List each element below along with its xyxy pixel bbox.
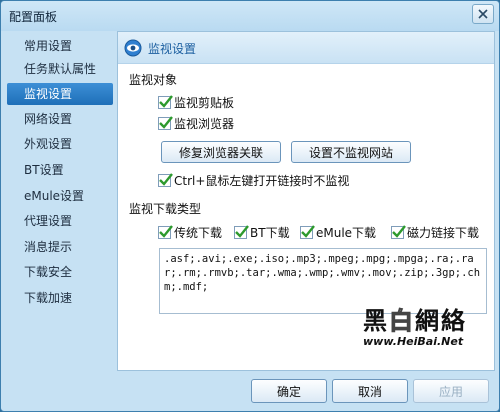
ok-button[interactable]: 确定 xyxy=(251,379,327,403)
exclude-sites-button[interactable]: 设置不监视网站 xyxy=(291,141,411,163)
footer: 确定 取消 应用 xyxy=(1,373,499,411)
emule-download-checkbox[interactable]: eMule下载 xyxy=(300,223,376,241)
monitor-clipboard-checkbox[interactable]: 监视剪贴板 xyxy=(158,93,234,111)
ctrl-click-no-monitor-checkbox[interactable]: Ctrl+鼠标左键打开链接时不监视 xyxy=(158,171,349,189)
close-icon xyxy=(478,9,488,19)
emule-download-label: eMule下载 xyxy=(316,225,377,240)
sidebar-item-task-defaults[interactable]: 任务默认属性 xyxy=(7,58,113,80)
sidebar-item-general[interactable]: 常用设置 xyxy=(7,35,113,57)
repair-browser-button[interactable]: 修复浏览器关联 xyxy=(161,141,281,163)
check-icon xyxy=(159,224,173,238)
monitor-clipboard-label: 监视剪贴板 xyxy=(174,95,235,110)
sidebar-item-download-acceleration[interactable]: 下载加速 xyxy=(7,287,113,309)
watermark-logo: 黑白網絡 xyxy=(363,306,467,336)
check-icon xyxy=(159,94,173,108)
sidebar-item-bt[interactable]: BT设置 xyxy=(7,159,113,181)
panel-header: 监视设置 xyxy=(118,32,494,64)
watermark-url: www.HeiBai.Net xyxy=(363,335,464,348)
download-types-label: 监视下载类型 xyxy=(129,202,202,216)
watermark: 黑白網絡 www.HeiBai.Net xyxy=(363,301,481,353)
sidebar-item-emule[interactable]: eMule设置 xyxy=(7,185,113,207)
sidebar-item-monitor[interactable]: 监视设置 xyxy=(7,83,113,105)
sidebar-item-proxy[interactable]: 代理设置 xyxy=(7,210,113,232)
window-title: 配置面板 xyxy=(9,10,58,24)
close-button[interactable] xyxy=(472,4,494,24)
eye-icon xyxy=(124,39,142,57)
traditional-download-checkbox[interactable]: 传统下载 xyxy=(158,223,222,241)
magnet-download-label: 磁力链接下载 xyxy=(407,225,480,240)
config-window: 配置面板 常用设置 任务默认属性 监视设置 网络设置 外观设置 BT设置 eMu… xyxy=(0,0,500,412)
sidebar: 常用设置 任务默认属性 监视设置 网络设置 外观设置 BT设置 eMule设置 … xyxy=(5,31,115,373)
monitor-browser-checkbox[interactable]: 监视浏览器 xyxy=(158,114,234,132)
cancel-button[interactable]: 取消 xyxy=(332,379,408,403)
magnet-download-checkbox[interactable]: 磁力链接下载 xyxy=(391,223,479,241)
check-icon xyxy=(235,224,249,238)
check-icon xyxy=(159,172,173,186)
check-icon xyxy=(159,115,173,129)
ctrl-click-no-monitor-label: Ctrl+鼠标左键打开链接时不监视 xyxy=(174,173,350,188)
panel-title: 监视设置 xyxy=(148,42,197,56)
check-icon xyxy=(392,224,406,238)
bt-download-label: BT下载 xyxy=(250,225,290,240)
check-icon xyxy=(301,224,315,238)
bt-download-checkbox[interactable]: BT下载 xyxy=(234,223,290,241)
sidebar-item-appearance[interactable]: 外观设置 xyxy=(7,133,113,155)
traditional-download-label: 传统下载 xyxy=(174,225,223,240)
monitor-objects-label: 监视对象 xyxy=(129,73,178,87)
monitor-browser-label: 监视浏览器 xyxy=(174,116,235,131)
title-bar[interactable]: 配置面板 xyxy=(1,1,499,31)
apply-button[interactable]: 应用 xyxy=(413,379,489,403)
sidebar-item-download-security[interactable]: 下载安全 xyxy=(7,261,113,283)
sidebar-item-notifications[interactable]: 消息提示 xyxy=(7,236,113,258)
sidebar-item-network[interactable]: 网络设置 xyxy=(7,108,113,130)
